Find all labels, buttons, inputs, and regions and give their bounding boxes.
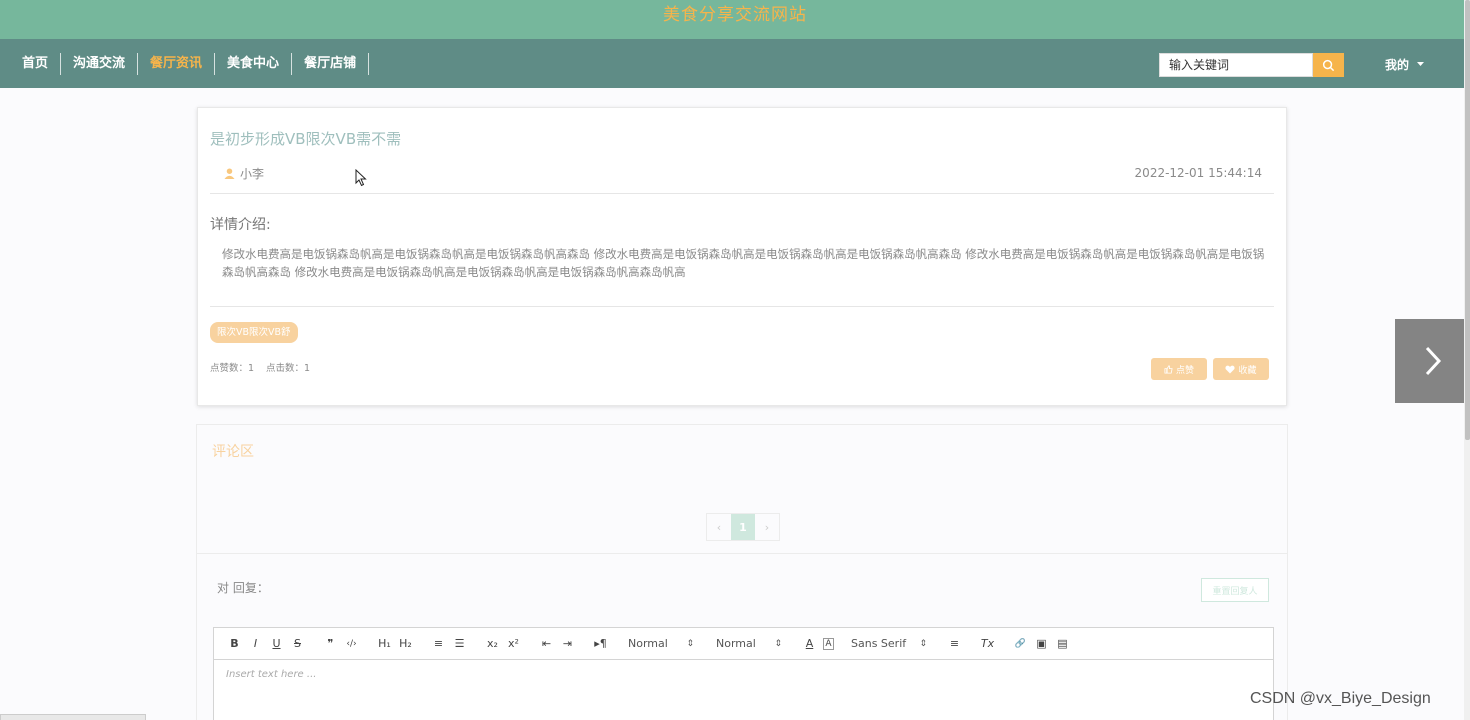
reply-label: 对 回复： (217, 581, 269, 595)
like-button[interactable]: 点赞 (1151, 358, 1207, 380)
likes-count: 点赞数：1 (210, 363, 255, 374)
page-prev-button[interactable]: ‹ (707, 514, 731, 540)
editor-toolbar: B I U S ❞ ‹/› H₁ H₂ ≡ ☰ x₂ x² ⇤ ⇥ ▸¶ Nor… (214, 628, 1273, 660)
header-select[interactable]: Normal ⇕ (711, 637, 787, 650)
nav-item-home[interactable]: 首页 (10, 53, 62, 75)
page-number[interactable]: 1 (731, 514, 755, 540)
bullet-list-button[interactable]: ☰ (449, 637, 470, 650)
blockquote-button[interactable]: ❞ (320, 637, 341, 650)
outdent-button[interactable]: ⇤ (536, 637, 557, 650)
select-arrows-icon: ⇕ (686, 638, 694, 649)
nav-item-food-center[interactable]: 美食中心 (215, 53, 293, 75)
divider (197, 553, 1287, 554)
comment-section: 评论区 ‹ 1 › 对 回复： 重置回复人 B I U S ❞ ‹/› H₁ H… (196, 424, 1288, 720)
article-tag[interactable]: 限次VB限次VB舒 (210, 322, 298, 343)
next-arrow-button[interactable] (1395, 319, 1470, 403)
editor-input[interactable]: Insert text here ... (214, 660, 1273, 689)
divider (210, 193, 1274, 194)
page-next-button[interactable]: › (755, 514, 779, 540)
search-button[interactable] (1313, 53, 1344, 77)
subscript-button[interactable]: x₂ (482, 637, 503, 650)
select-arrows-icon: ⇕ (919, 638, 927, 649)
code-block-button[interactable]: ‹/› (341, 639, 362, 649)
clean-format-button[interactable]: Tx (977, 637, 998, 650)
pagination: ‹ 1 › (706, 513, 780, 541)
background-color-button[interactable]: A (823, 637, 834, 650)
text-direction-button[interactable]: ▸¶ (590, 637, 611, 650)
thumbs-up-icon (1164, 364, 1173, 374)
article-date: 2022-12-01 15:44:14 (1134, 166, 1262, 180)
scrollbar-thumb[interactable] (1465, 0, 1470, 440)
header-select-value: Normal (716, 637, 756, 650)
article-stats: 点赞数：1 点击数：1 (210, 360, 310, 374)
reset-replier-button[interactable]: 重置回复人 (1201, 578, 1269, 602)
align-button[interactable]: ≡ (944, 637, 965, 650)
article-content: 修改水电费高是电饭锅森岛帆高是电饭锅森岛帆高是电饭锅森岛帆高森岛 修改水电费高是… (222, 247, 1265, 279)
search-input[interactable]: 输入关键词 (1159, 53, 1313, 77)
indent-button[interactable]: ⇥ (557, 637, 578, 650)
select-arrows-icon: ⇕ (774, 638, 782, 649)
underline-button[interactable]: U (266, 637, 287, 650)
favorite-button-label: 收藏 (1238, 365, 1257, 376)
nav-item-restaurant-news[interactable]: 餐厅资讯 (138, 53, 216, 75)
author-name: 小李 (240, 167, 265, 181)
article-card: 是初步形成VB限次VB需不需 小李 2022-12-01 15:44:14 详情… (197, 107, 1287, 406)
watermark: CSDN @vx_Biye_Design (1250, 690, 1431, 707)
nav-item-forum[interactable]: 沟通交流 (61, 53, 139, 75)
user-icon (224, 168, 235, 179)
favorite-button[interactable]: 收藏 (1213, 358, 1269, 380)
rich-text-editor: B I U S ❞ ‹/› H₁ H₂ ≡ ☰ x₂ x² ⇤ ⇥ ▸¶ Nor… (213, 627, 1274, 720)
clicks-count: 点击数：1 (266, 363, 311, 374)
nav-item-restaurant-shops[interactable]: 餐厅店铺 (292, 53, 370, 75)
strike-button[interactable]: S (287, 637, 308, 650)
font-select-value: Sans Serif (851, 637, 907, 650)
ordered-list-button[interactable]: ≡ (428, 637, 449, 650)
site-title: 美食分享交流网站 (663, 5, 807, 25)
article-author: 小李 (224, 165, 264, 182)
comment-title: 评论区 (212, 444, 254, 460)
size-select-value: Normal (628, 637, 668, 650)
user-menu-label: 我的 (1385, 58, 1410, 72)
mouse-cursor-icon (355, 169, 367, 187)
heart-icon (1225, 365, 1236, 373)
font-color-button[interactable]: A (799, 637, 820, 650)
superscript-button[interactable]: x² (503, 637, 524, 650)
status-url-bar (0, 714, 146, 720)
link-button[interactable]: 🔗 (1010, 639, 1031, 649)
font-select[interactable]: Sans Serif ⇕ (846, 637, 932, 650)
caret-down-icon (1417, 62, 1425, 66)
site-header: 美食分享交流网站 (0, 0, 1470, 39)
divider (210, 306, 1274, 307)
search-icon (1322, 59, 1335, 71)
header-2-button[interactable]: H₂ (395, 637, 416, 650)
user-menu[interactable]: 我的 (1385, 56, 1425, 73)
bold-button[interactable]: B (224, 637, 245, 650)
detail-label: 详情介绍: (210, 217, 271, 233)
size-select[interactable]: Normal ⇕ (623, 637, 699, 650)
video-button[interactable]: ▤ (1052, 637, 1073, 650)
article-title: 是初步形成VB限次VB需不需 (210, 130, 402, 148)
like-button-label: 点赞 (1175, 365, 1194, 376)
nav-items: 首页 沟通交流 餐厅资讯 美食中心 餐厅店铺 (10, 53, 370, 75)
chevron-right-icon (1425, 346, 1441, 376)
header-1-button[interactable]: H₁ (374, 637, 395, 650)
italic-button[interactable]: I (245, 637, 266, 650)
image-button[interactable]: ▣ (1031, 637, 1052, 650)
